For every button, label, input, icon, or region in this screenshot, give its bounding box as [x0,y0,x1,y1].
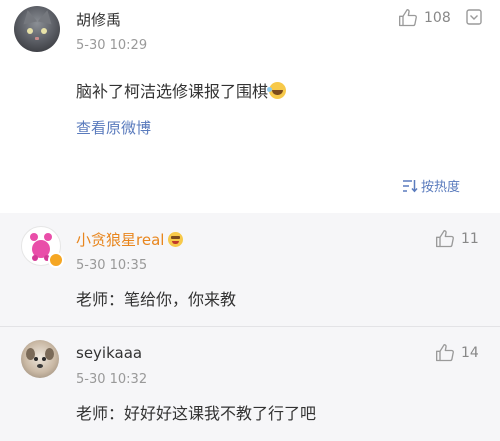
cat-nose [35,37,39,40]
bear-leg [32,255,38,261]
comment-timestamp: 5-30 10:29 [76,38,148,53]
reply-text: 老师：笔给你，你来教 [76,290,237,309]
comment-text: 脑补了柯洁选修课报了围棋 [76,78,287,102]
cat-eye [41,28,47,34]
like-button[interactable]: 108 [398,8,451,28]
divider [0,326,500,327]
reply-username[interactable]: 小贪狼星real [76,229,184,250]
reply-username-text[interactable]: 小贪狼星real [76,231,164,249]
thumbs-up-icon [436,344,454,362]
vip-badge-icon [48,252,64,268]
like-count: 11 [461,231,479,247]
dog-eye [42,357,46,361]
chevron-down-icon[interactable] [466,9,482,25]
avatar[interactable] [21,340,59,378]
reply-like-button[interactable]: 11 [435,229,479,249]
avatar[interactable] [14,6,60,52]
sort-label: 按热度 [421,180,461,195]
view-original-link[interactable]: 查看原微博 [76,117,151,138]
cat-ear [20,8,38,25]
reply-like-button[interactable]: 14 [435,343,479,363]
reply-username[interactable]: seyikaaa [76,344,142,362]
main-comment: 胡修禹 5-30 10:29 脑补了柯洁选修课报了围棋 查看原微博 108 按热… [0,0,500,213]
dog-eye [34,357,38,361]
reply-timestamp: 5-30 10:32 [76,372,148,387]
bear-ear [44,233,52,241]
reply-timestamp: 5-30 10:35 [76,258,148,273]
cat-ear [37,8,55,25]
reply-text: 老师：好好好这课我不教了行了吧 [76,404,317,423]
dog-ear [45,348,54,360]
member-emoji-icon [168,232,184,247]
username[interactable]: 胡修禹 [76,9,121,30]
sort-icon [403,179,418,192]
thumbs-up-icon [436,230,454,248]
sort-by-hot-button[interactable]: 按热度 [402,176,460,195]
comment-text-body: 脑补了柯洁选修课报了围棋 [76,82,269,101]
like-count: 14 [461,345,479,361]
cat-eye [27,28,33,34]
like-count: 108 [424,10,451,26]
dog-nose [37,364,43,368]
thumbs-up-icon [399,9,417,27]
laugh-emoji-icon [267,82,287,99]
